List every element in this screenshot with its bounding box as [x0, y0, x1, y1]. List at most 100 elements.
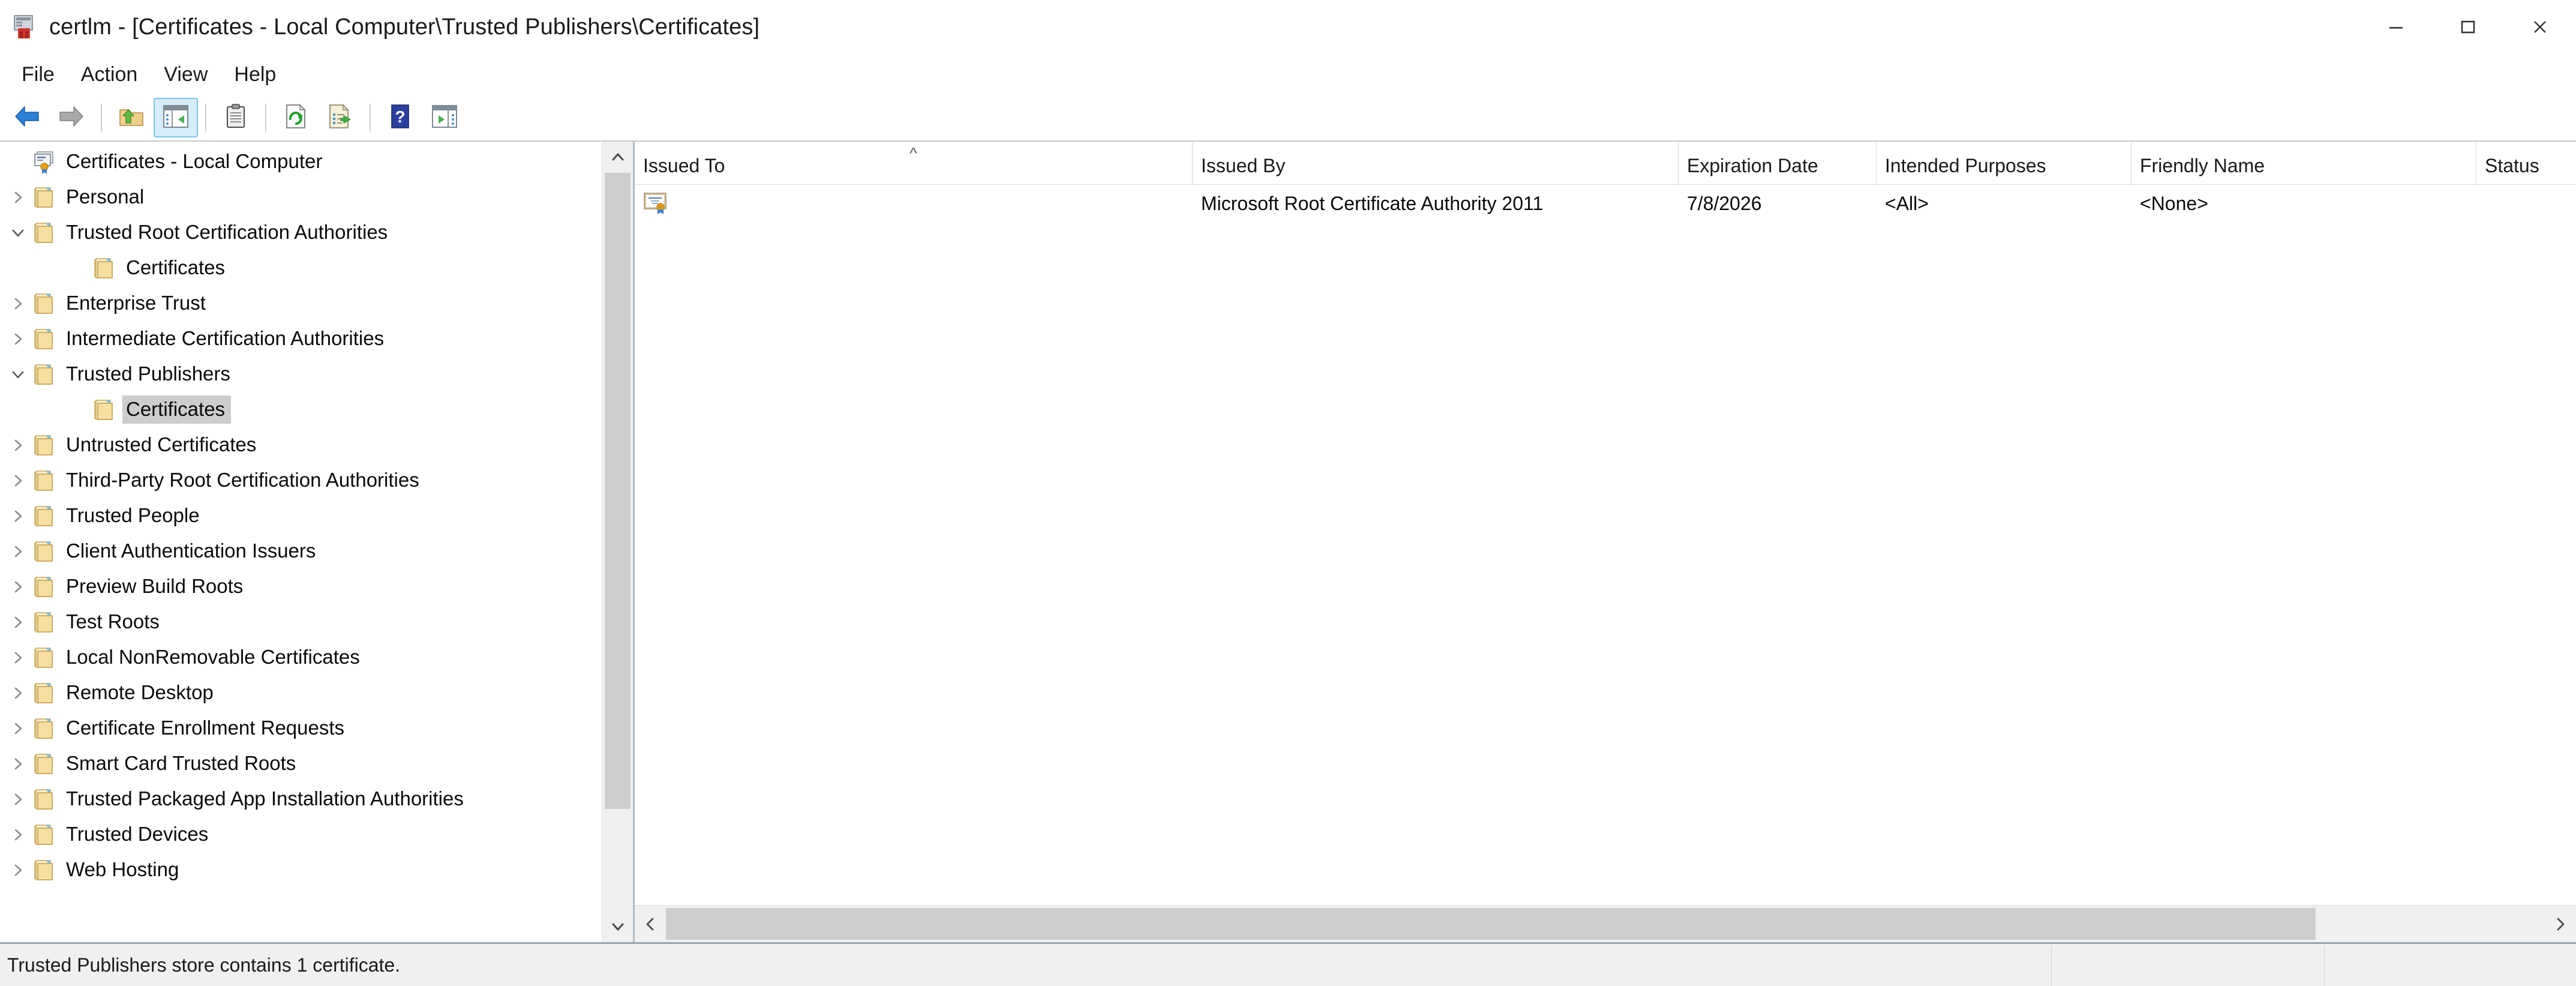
show-hide-action-pane-icon [431, 104, 458, 131]
folder-icon [32, 787, 58, 811]
folder-icon [32, 717, 58, 741]
chevron-right-icon[interactable] [6, 185, 30, 209]
column-header-label: Expiration Date [1687, 155, 1818, 176]
chevron-right-icon[interactable] [6, 787, 30, 811]
tree-item[interactable]: Trusted Root Certification Authorities [0, 215, 602, 250]
properties-button[interactable] [214, 98, 258, 137]
column-header-intended-purposes[interactable]: Intended Purposes [1877, 142, 2131, 184]
chevron-right-icon[interactable] [6, 646, 30, 670]
tree-item[interactable]: Client Authentication Issuers [0, 534, 602, 569]
tree-item[interactable]: Trusted Packaged App Installation Author… [0, 781, 602, 817]
chevron-down-icon[interactable] [6, 362, 30, 386]
tree-item-label: Trusted People [66, 504, 200, 526]
tree-item-label: Certificate Enrollment Requests [66, 717, 345, 739]
toolbar-separator [370, 104, 371, 131]
tree-item[interactable]: Trusted Devices [0, 817, 602, 852]
properties-icon [224, 103, 248, 133]
forward-arrow-icon [58, 104, 85, 131]
up-one-level-button[interactable] [109, 98, 154, 137]
show-hide-console-tree-button[interactable] [154, 98, 198, 137]
close-button[interactable] [2504, 0, 2576, 54]
window-title: certlm - [Certificates - Local Computer\… [49, 14, 760, 40]
chevron-right-icon[interactable] [6, 681, 30, 705]
scroll-left-arrow-icon[interactable] [635, 906, 666, 942]
tree-item[interactable]: Certificates [0, 250, 602, 286]
export-list-button[interactable] [318, 98, 362, 137]
tree-item-label: Certificates [122, 395, 232, 424]
chevron-right-icon[interactable] [6, 433, 30, 457]
tree-item[interactable]: Intermediate Certification Authorities [0, 321, 602, 356]
folder-icon [92, 256, 118, 280]
help-button[interactable]: ? [378, 98, 422, 137]
menu-item-file[interactable]: File [8, 59, 68, 90]
list-horizontal-scrollbar[interactable] [635, 905, 2576, 942]
tree-item[interactable]: Certificates [0, 392, 602, 427]
tree-item[interactable]: Trusted People [0, 498, 602, 534]
menu-item-view[interactable]: View [151, 59, 221, 90]
refresh-button[interactable] [274, 98, 318, 137]
tree-item[interactable]: Personal [0, 179, 602, 215]
chevron-right-icon[interactable] [6, 327, 30, 351]
status-panel-1 [2051, 945, 2324, 986]
chevron-right-icon[interactable] [6, 717, 30, 741]
show-hide-action-pane-button[interactable] [422, 98, 467, 137]
tree-item[interactable]: Smart Card Trusted Roots [0, 746, 602, 781]
list-scroll-track[interactable] [666, 906, 2545, 942]
tree-item[interactable]: Test Roots [0, 604, 602, 640]
chevron-right-icon[interactable] [6, 504, 30, 528]
chevron-right-icon[interactable] [6, 469, 30, 493]
chevron-right-icon[interactable] [6, 292, 30, 316]
menu-item-action[interactable]: Action [68, 59, 151, 90]
folder-icon [32, 221, 58, 245]
column-header-label: Intended Purposes [1885, 155, 2046, 176]
tree-item[interactable]: Web Hosting [0, 852, 602, 888]
menu-item-help[interactable]: Help [221, 59, 289, 90]
table-cell-text: Microsoft Root Certificate Authority 201… [1201, 192, 1544, 214]
tree-scroll-track[interactable] [602, 173, 633, 911]
chevron-right-icon[interactable] [6, 823, 30, 847]
tree-scroll-thumb[interactable] [605, 173, 631, 809]
tree-item-label: Test Roots [66, 610, 160, 633]
tree-item[interactable]: Preview Build Roots [0, 569, 602, 604]
tree-item[interactable]: Local NonRemovable Certificates [0, 640, 602, 675]
tree-item[interactable]: Third-Party Root Certification Authoriti… [0, 463, 602, 498]
scroll-down-arrow-icon[interactable] [602, 911, 633, 942]
back-button[interactable] [5, 98, 49, 137]
folder-icon [32, 504, 58, 528]
chevron-right-icon[interactable] [6, 858, 30, 882]
certificate-list[interactable]: Microsoft Root Certificate Authority 201… [635, 185, 2576, 905]
scroll-up-arrow-icon[interactable] [602, 142, 633, 173]
column-header-friendly-name[interactable]: Friendly Name [2131, 142, 2476, 184]
column-header-expiration-date[interactable]: Expiration Date [1679, 142, 1877, 184]
column-header-status[interactable]: Status [2476, 142, 2576, 184]
chevron-right-icon[interactable] [6, 610, 30, 634]
chevron-right-icon[interactable] [6, 575, 30, 599]
column-header-issued-to[interactable]: ^ Issued To [635, 142, 1193, 184]
tree-vertical-scrollbar[interactable] [602, 142, 633, 942]
status-bar: Trusted Publishers store contains 1 cert… [0, 944, 2576, 986]
tree-item[interactable]: Enterprise Trust [0, 286, 602, 321]
folder-icon [32, 362, 58, 386]
tree-item[interactable]: Untrusted Certificates [0, 427, 602, 463]
tree-item[interactable]: Certificate Enrollment Requests [0, 711, 602, 746]
tree-item-label: Trusted Root Certification Authorities [66, 221, 388, 243]
tree-item[interactable]: Remote Desktop [0, 675, 602, 711]
table-cell-friendly_name: <None> [2131, 185, 2476, 222]
console-tree-pane: Certificates - Local Computer Personal Tru… [0, 142, 635, 942]
minimize-button[interactable] [2360, 0, 2432, 54]
chevron-right-icon[interactable] [6, 540, 30, 564]
forward-button[interactable] [49, 98, 94, 137]
chevron-down-icon[interactable] [6, 221, 30, 245]
tree-item-label: Trusted Devices [66, 823, 209, 845]
column-header-issued-by[interactable]: Issued By [1193, 142, 1679, 184]
folder-icon [32, 292, 58, 316]
tree-item[interactable]: Trusted Publishers [0, 356, 602, 392]
list-scroll-thumb[interactable] [666, 908, 2316, 940]
scroll-right-arrow-icon[interactable] [2545, 906, 2576, 942]
table-row[interactable]: Microsoft Root Certificate Authority 201… [635, 185, 2576, 222]
svg-text:?: ? [395, 107, 405, 126]
maximize-button[interactable] [2432, 0, 2504, 54]
chevron-right-icon[interactable] [6, 752, 30, 776]
tree-item[interactable]: Certificates - Local Computer [0, 144, 602, 179]
console-tree[interactable]: Certificates - Local Computer Personal Tru… [0, 142, 602, 942]
